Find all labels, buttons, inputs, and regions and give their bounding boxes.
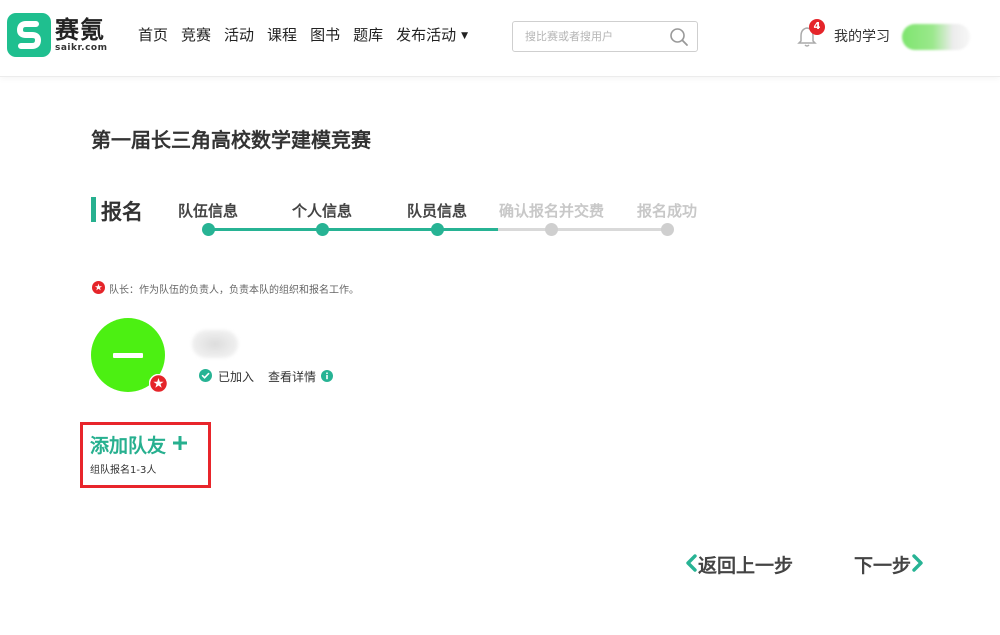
star-badge-icon	[92, 279, 105, 298]
nav-item-competitions[interactable]: 竞赛	[181, 24, 211, 47]
page-title: 第一届长三角高校数学建模竞赛	[91, 128, 371, 152]
logo-subtitle: saikr.com	[55, 43, 108, 53]
member-status: 已加入	[218, 370, 255, 384]
nav-item-question-bank[interactable]: 题库	[353, 24, 383, 47]
caret-down-icon: ▼	[461, 31, 469, 41]
step-label-success: 报名成功	[637, 202, 698, 220]
step-line-done	[208, 228, 498, 231]
next-button[interactable]: 下一步	[854, 551, 925, 578]
nav-item-activities[interactable]: 活动	[224, 24, 254, 47]
site-logo[interactable]: 赛氪 saikr.com	[7, 13, 107, 57]
step-label-member-info: 队员信息	[407, 202, 468, 220]
leader-note-text: 队长：作为队伍的负责人，负责本队的组织和报名工作。	[109, 285, 359, 296]
top-header: 赛氪 saikr.com 首页 竞赛 活动 课程 图书 题库 发布活动 ▼ 4 我…	[0, 0, 1000, 77]
nav-item-books[interactable]: 图书	[310, 24, 340, 47]
notification-badge: 4	[809, 19, 825, 35]
section-title: 报名	[101, 200, 143, 224]
step-dot-1	[202, 223, 215, 236]
step-dot-4	[545, 223, 558, 236]
nav-item-home[interactable]: 首页	[138, 24, 168, 47]
chevron-right-icon	[911, 553, 925, 576]
leader-note: 队长：作为队伍的负责人，负责本队的组织和报名工作。	[92, 279, 359, 298]
next-button-label: 下一步	[854, 555, 912, 577]
my-study-link[interactable]: 我的学习	[834, 26, 890, 46]
add-teammate-label: 添加队友	[90, 435, 167, 457]
member-status-row: 已加入 查看详情	[199, 367, 334, 386]
back-button[interactable]: 返回上一步	[684, 551, 793, 578]
main-nav: 首页 竞赛 活动 课程 图书 题库 发布活动 ▼	[138, 24, 481, 47]
add-teammate-button[interactable]: 添加队友	[90, 431, 188, 458]
step-label-team-info: 队伍信息	[178, 202, 239, 220]
step-dot-5	[661, 223, 674, 236]
step-label-confirm-pay: 确认报名并交费	[499, 202, 605, 220]
logo-s-icon	[7, 13, 51, 57]
logo-title: 赛氪	[55, 16, 105, 44]
plus-icon	[173, 435, 188, 454]
member-name-blurred	[192, 330, 238, 358]
info-icon[interactable]	[321, 367, 334, 386]
view-details-link[interactable]: 查看详情	[268, 368, 316, 385]
nav-item-publish[interactable]: 发布活动 ▼	[396, 24, 468, 47]
search-input[interactable]	[513, 22, 675, 51]
step-label-personal-info: 个人信息	[292, 202, 353, 220]
step-line-todo	[498, 228, 668, 231]
team-size-hint: 组队报名1-3人	[90, 465, 157, 476]
step-dot-3	[431, 223, 444, 236]
check-circle-icon	[199, 367, 212, 386]
back-button-label: 返回上一步	[698, 555, 794, 577]
nav-item-publish-label: 发布活动	[396, 26, 457, 44]
section-accent-bar	[91, 197, 96, 222]
nav-item-courses[interactable]: 课程	[267, 24, 297, 47]
chevron-left-icon	[684, 553, 698, 576]
search-icon[interactable]	[669, 27, 689, 51]
search-box	[512, 21, 698, 52]
step-dot-2	[316, 223, 329, 236]
captain-star-icon	[148, 373, 169, 397]
user-avatar[interactable]	[902, 24, 970, 50]
